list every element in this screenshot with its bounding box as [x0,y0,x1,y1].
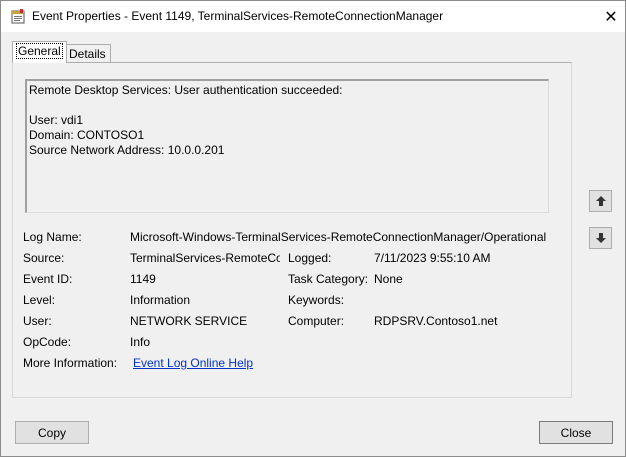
arrow-down-icon [595,233,606,243]
event-log-online-help-link[interactable]: Event Log Online Help [133,356,253,370]
event-id-label: Event ID: [23,272,73,286]
task-category-label: Task Category: [288,272,369,286]
tab-general[interactable]: General [12,41,67,63]
more-info-label: More Information: [23,356,118,370]
close-icon: ✕ [604,9,618,26]
window-close-button[interactable]: ✕ [597,6,625,28]
logged-value: 7/11/2023 9:55:10 AM [374,251,491,265]
tab-details-label: Details [69,47,106,61]
keywords-label: Keywords: [288,293,345,307]
computer-value: RDPSRV.Contoso1.net [374,314,498,328]
opcode-label: OpCode: [23,335,72,349]
user-label: User: [23,314,52,328]
description-line: Source Network Address: 10.0.0.201 [29,143,225,157]
log-name-value: Microsoft-Windows-TerminalServices-Remot… [130,230,547,244]
level-label: Level: [23,293,56,307]
arrow-up-icon [595,196,606,206]
tab-general-label: General [16,43,63,59]
user-value: NETWORK SERVICE [130,314,248,328]
description-line: Domain: CONTOSO1 [29,128,145,142]
description-line [29,98,546,113]
next-event-button[interactable] [589,227,612,249]
description-line: User: vdi1 [29,113,84,127]
logged-label: Logged: [288,251,332,265]
copy-button-label: Copy [37,425,66,440]
computer-label: Computer: [288,314,345,328]
event-description[interactable]: Remote Desktop Services: User authentica… [25,79,549,213]
event-properties-window: Event Properties - Event 1149, TerminalS… [0,0,626,457]
close-button[interactable]: Close [539,421,613,444]
copy-button[interactable]: Copy [15,421,89,444]
title-bar: Event Properties - Event 1149, TerminalS… [1,1,625,32]
source-label: Source: [23,251,65,265]
close-button-label: Close [560,425,592,440]
opcode-value: Info [130,335,151,349]
log-name-label: Log Name: [23,230,82,244]
tab-details[interactable]: Details [64,44,111,63]
level-value: Information [130,293,191,307]
event-id-value: 1149 [130,272,156,286]
previous-event-button[interactable] [589,190,612,212]
source-value: TerminalServices-RemoteCo [130,251,280,265]
window-title: Event Properties - Event 1149, TerminalS… [32,9,444,23]
task-category-value: None [374,272,403,286]
description-line: Remote Desktop Services: User authentica… [29,83,343,97]
event-viewer-icon [11,9,25,24]
